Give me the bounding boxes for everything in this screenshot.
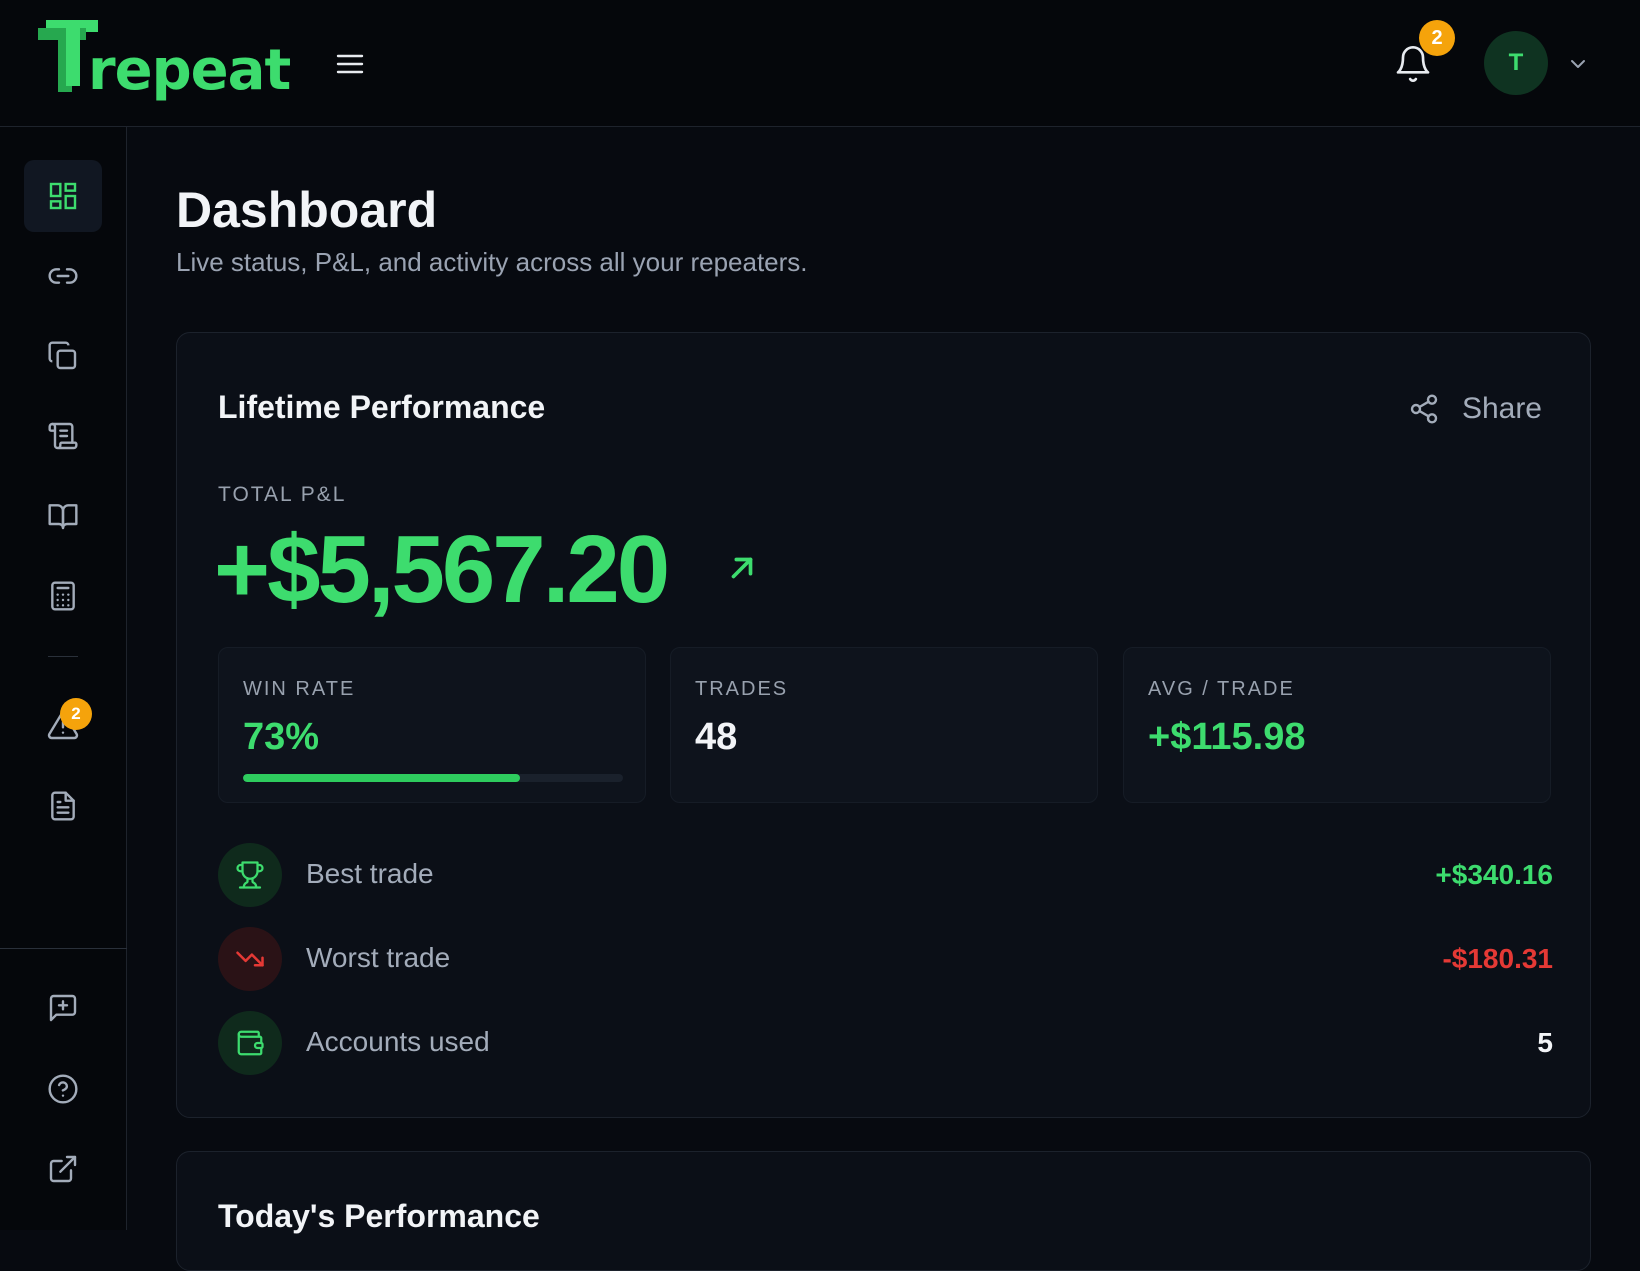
sidebar-item-dashboard[interactable] [24,160,102,232]
sidebar-item-logs[interactable] [24,400,102,472]
app-logo[interactable]: repeat [38,20,291,106]
page-title: Dashboard [176,182,438,238]
list-item: Accounts used 5 [218,1011,1553,1075]
user-menu-chevron[interactable] [1566,52,1590,76]
top-bar: repeat 2 T [0,0,1640,127]
feedback-icon [49,994,77,1022]
dashboard-grid-icon [49,182,77,210]
copy-icon [48,341,77,370]
total-pnl-label: TOTAL P&L [218,483,347,506]
accounts-used-value: 5 [1537,1027,1553,1058]
card-title: Lifetime Performance [218,389,546,425]
external-link-icon [49,1155,77,1183]
lifetime-performance-card: Lifetime Performance Share TOTAL P&L +$5… [176,332,1591,1118]
hamburger-icon [336,54,364,74]
list-item: Best trade +$340.16 [218,843,1553,907]
today-performance-card: Today's Performance [176,1151,1591,1271]
best-trade-value: +$340.16 [1435,859,1553,890]
arrow-up-right-icon [731,557,753,579]
win-rate-progress-fill [243,774,521,782]
sidebar-divider [48,656,78,657]
worst-trade-value: -$180.31 [1442,943,1553,974]
sidebar-item-external[interactable] [24,1133,102,1205]
book-open-icon [48,504,78,530]
best-trade-label: Best trade [306,858,434,889]
calculator-icon [51,581,75,611]
avg-trade-label: AVG / TRADE [1148,678,1295,700]
share-button[interactable]: Share [1408,389,1542,429]
link-icon [48,268,78,284]
list-item: Worst trade -$180.31 [218,927,1553,991]
sidebar-item-connections[interactable] [24,240,102,312]
win-rate-label: WIN RATE [243,678,356,700]
notification-count-badge: 2 [1419,20,1455,56]
share-label: Share [1461,392,1542,425]
accounts-used-label: Accounts used [306,1026,490,1057]
sidebar-item-calculator[interactable] [24,560,102,632]
scroll-icon [48,422,78,450]
main-content: Dashboard Live status, P&L, and activity… [127,127,1640,1271]
trending-down-icon [236,951,264,967]
trades-label: TRADES [695,678,789,700]
user-avatar[interactable]: T [1484,31,1548,95]
wallet-icon [237,1030,264,1056]
document-icon [51,791,75,821]
win-rate-progress [243,774,623,782]
chevron-down-icon [1571,60,1585,68]
sidebar-item-reports[interactable] [24,770,102,842]
sidebar-item-help[interactable] [24,1053,102,1125]
help-circle-icon [48,1074,78,1104]
sidebar: 2 [0,127,127,1230]
menu-toggle-button[interactable] [334,48,366,80]
share-icon [1410,394,1438,424]
sidebar-bottom-divider [0,948,127,949]
card-title: Today's Performance [218,1198,540,1234]
avg-trade-stat: AVG / TRADE +$115.98 [1123,647,1551,803]
win-rate-value: 73% [243,716,320,758]
sidebar-item-feedback[interactable] [24,972,102,1044]
logo-text: repeat [88,38,291,103]
alerts-count-badge: 2 [60,698,92,730]
trades-value: 48 [695,716,738,758]
trades-stat: TRADES 48 [670,647,1098,803]
page-subtitle: Live status, P&L, and activity across al… [176,247,808,277]
avg-trade-value: +$115.98 [1148,716,1306,758]
trophy-icon [236,861,264,889]
win-rate-stat: WIN RATE 73% [218,647,646,803]
total-pnl-value: +$5,567.20 [214,516,670,623]
sidebar-item-alerts[interactable] [24,690,102,762]
sidebar-item-repeaters[interactable] [24,320,102,392]
sidebar-item-journal[interactable] [24,480,102,552]
worst-trade-label: Worst trade [306,942,451,973]
